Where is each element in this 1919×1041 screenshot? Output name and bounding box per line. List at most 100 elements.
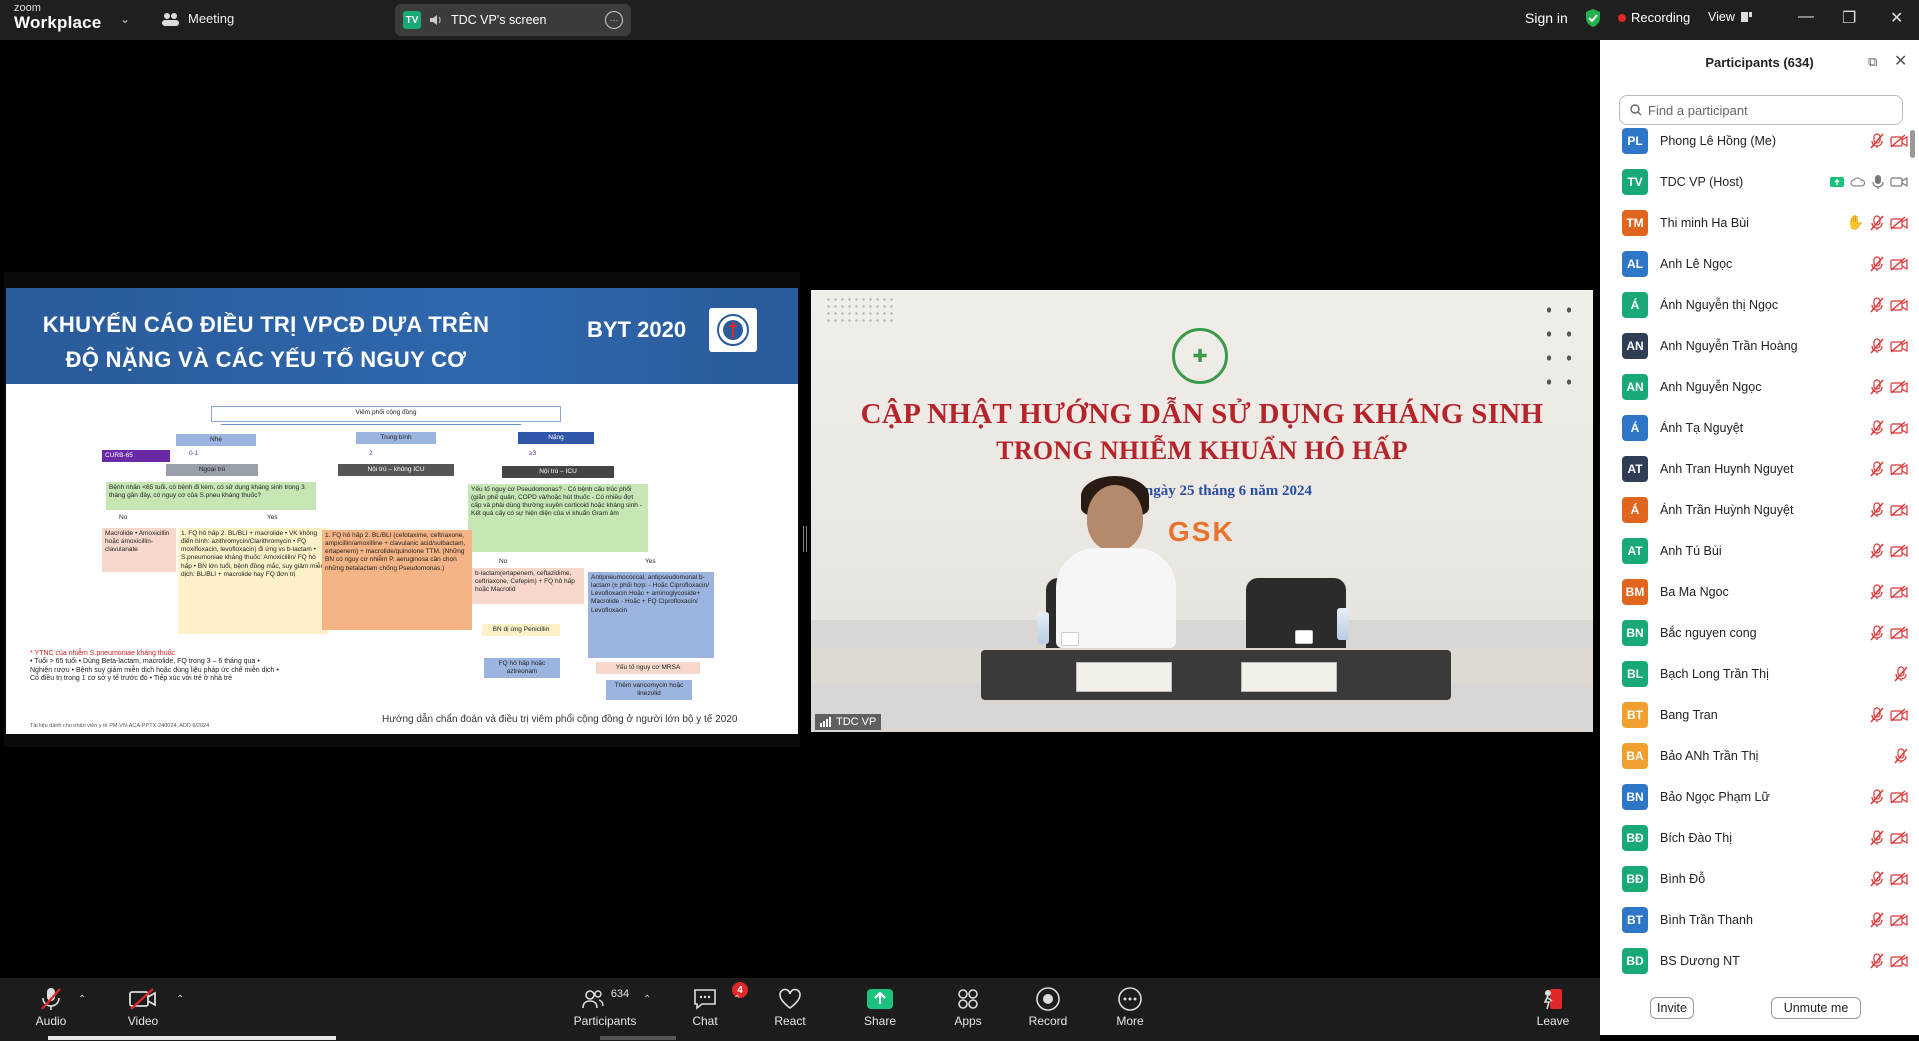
mic-muted-icon[interactable] [1870, 419, 1884, 436]
video-muted-icon[interactable] [1890, 543, 1908, 558]
mic-muted-icon[interactable] [1894, 665, 1908, 682]
participant-row[interactable]: BN Bảo Ngọc Phạm Lữ [1600, 776, 1910, 817]
mic-muted-icon[interactable] [1870, 706, 1884, 723]
more-icon[interactable]: ··· [605, 11, 623, 29]
participant-row[interactable]: AL Anh Lê Ngọc [1600, 243, 1910, 284]
participant-row[interactable]: AT Anh Tú Bùi [1600, 530, 1910, 571]
mic-muted-icon[interactable] [1894, 747, 1908, 764]
scrollbar[interactable] [1910, 128, 1915, 980]
shield-check-icon[interactable] [1584, 8, 1602, 28]
record-button[interactable]: Record [1013, 984, 1083, 1028]
video-muted-icon[interactable] [1890, 215, 1908, 230]
video-icon[interactable] [1890, 176, 1908, 188]
mic-muted-icon[interactable] [1870, 870, 1884, 887]
screen-share-pill[interactable]: TV TDC VP's screen ··· [395, 4, 631, 36]
participant-name: Anh Nguyễn Ngọc [1660, 379, 1762, 394]
participants-caret-icon[interactable]: ⌃ [643, 994, 651, 1005]
audio-button[interactable]: Audio [16, 984, 86, 1028]
mic-muted-icon[interactable] [1870, 296, 1884, 313]
mic-muted-icon[interactable] [1870, 255, 1884, 272]
unmute-me-button[interactable]: Unmute me [1771, 997, 1861, 1019]
invite-button[interactable]: Invite [1650, 997, 1694, 1019]
apps-button[interactable]: Apps [933, 984, 1003, 1028]
search-input[interactable] [1648, 102, 1888, 118]
share-button[interactable]: Share [845, 984, 915, 1028]
participant-row[interactable]: BL Bạch Long Trần Thị [1600, 653, 1910, 694]
video-muted-icon[interactable] [1890, 789, 1908, 804]
video-muted-icon[interactable] [1890, 953, 1908, 968]
video-muted-icon[interactable] [1890, 912, 1908, 927]
minimize-icon[interactable]: — [1798, 8, 1814, 26]
participant-row[interactable]: BT Bang Tran [1600, 694, 1910, 735]
video-muted-icon[interactable] [1890, 256, 1908, 271]
resize-handle[interactable] [803, 526, 807, 552]
mic-muted-icon[interactable] [1870, 911, 1884, 928]
mic-muted-icon[interactable] [1870, 132, 1884, 149]
participant-row[interactable]: BA Bảo ANh Trần Thị [1600, 735, 1910, 776]
close-icon[interactable]: ✕ [1894, 51, 1907, 71]
mic-muted-icon[interactable] [1870, 952, 1884, 969]
close-icon[interactable]: ✕ [1890, 8, 1903, 28]
participant-row[interactable]: AN Anh Nguyễn Ngọc [1600, 366, 1910, 407]
video-muted-icon[interactable] [1890, 133, 1908, 148]
mic-muted-icon[interactable] [1870, 214, 1884, 231]
zoom-logo[interactable]: zoom Workplace [14, 3, 101, 32]
participant-row[interactable]: TM Thi minh Ha Bùi ✋ [1600, 202, 1910, 243]
video-caret-icon[interactable]: ⌃ [176, 994, 184, 1005]
chevron-down-icon[interactable]: ⌄ [120, 12, 130, 26]
participant-row[interactable]: BĐ Bình Đỗ [1600, 858, 1910, 899]
participant-row[interactable]: BN Bắc nguyen cong [1600, 612, 1910, 653]
mic-muted-icon[interactable] [1870, 583, 1884, 600]
participant-row[interactable]: TV TDC VP (Host) [1600, 161, 1910, 202]
video-button[interactable]: Video [108, 984, 178, 1028]
maximize-icon[interactable]: ❐ [1842, 8, 1856, 28]
video-muted-icon[interactable] [1890, 625, 1908, 640]
video-muted-icon[interactable] [1890, 584, 1908, 599]
view-menu[interactable]: View [1708, 10, 1753, 24]
popout-icon[interactable]: ⧉ [1868, 54, 1877, 70]
signin-link[interactable]: Sign in [1525, 10, 1568, 26]
participant-status-icons [1894, 747, 1908, 764]
leave-button[interactable]: Leave [1518, 984, 1588, 1028]
participant-row[interactable]: BT Bình Trần Thanh [1600, 899, 1910, 940]
participant-row[interactable]: Á Ánh Nguyễn thị Ngọc [1600, 284, 1910, 325]
shared-slide[interactable]: KHUYẾN CÁO ĐIỀU TRỊ VPCĐ DỰA TRÊN ĐỘ NẶN… [6, 288, 798, 734]
participant-row[interactable]: Á Ánh Trần Huỳnh Nguyệt [1600, 489, 1910, 530]
participant-row[interactable]: Á Ánh Tạ Nguyệt [1600, 407, 1910, 448]
chat-button[interactable]: 4 Chat [670, 982, 748, 1028]
video-muted-icon[interactable] [1890, 830, 1908, 845]
scrollbar-thumb[interactable] [1910, 130, 1915, 158]
participants-button[interactable]: 634 Participants [560, 984, 650, 1028]
signal-icon [820, 717, 831, 727]
video-muted-icon[interactable] [1890, 461, 1908, 476]
mic-muted-icon[interactable] [1870, 501, 1884, 518]
participant-row[interactable]: BD BS Dương NT [1600, 940, 1910, 981]
mic-muted-icon[interactable] [1870, 624, 1884, 641]
participant-row[interactable]: AN Anh Nguyễn Trần Hoàng [1600, 325, 1910, 366]
video-muted-icon[interactable] [1890, 707, 1908, 722]
mic-muted-icon[interactable] [1870, 788, 1884, 805]
mic-muted-icon[interactable] [1870, 378, 1884, 395]
video-muted-icon[interactable] [1890, 297, 1908, 312]
mic-muted-icon[interactable] [1870, 542, 1884, 559]
chat-caret-icon[interactable]: ⌃ [733, 994, 741, 1005]
participant-row[interactable]: AT Anh Tran Huynh Nguyet [1600, 448, 1910, 489]
participant-row[interactable]: BĐ Bích Đào Thị [1600, 817, 1910, 858]
video-muted-icon[interactable] [1890, 871, 1908, 886]
participant-row[interactable]: PL Phong Lê Hồng (Me) [1600, 120, 1910, 161]
video-muted-icon[interactable] [1890, 502, 1908, 517]
video-muted-icon[interactable] [1890, 338, 1908, 353]
video-muted-icon[interactable] [1890, 379, 1908, 394]
more-button[interactable]: More [1095, 984, 1165, 1028]
mic-muted-icon[interactable] [1870, 460, 1884, 477]
video-muted-icon[interactable] [1890, 420, 1908, 435]
mic-muted-icon[interactable] [1870, 829, 1884, 846]
mic-icon[interactable] [1872, 174, 1884, 190]
audio-caret-icon[interactable]: ⌃ [78, 994, 86, 1005]
participant-row[interactable]: BM Ba Ma Ngoc [1600, 571, 1910, 612]
mic-muted-icon[interactable] [1870, 337, 1884, 354]
meeting-menu[interactable]: Meeting [162, 11, 234, 26]
speaker-video[interactable]: ✚ CẬP NHẬT HƯỚNG DẪN SỬ DỤNG KHÁNG SINH … [811, 290, 1593, 732]
recording-indicator[interactable]: Recording [1618, 10, 1690, 25]
react-button[interactable]: React [755, 984, 825, 1028]
